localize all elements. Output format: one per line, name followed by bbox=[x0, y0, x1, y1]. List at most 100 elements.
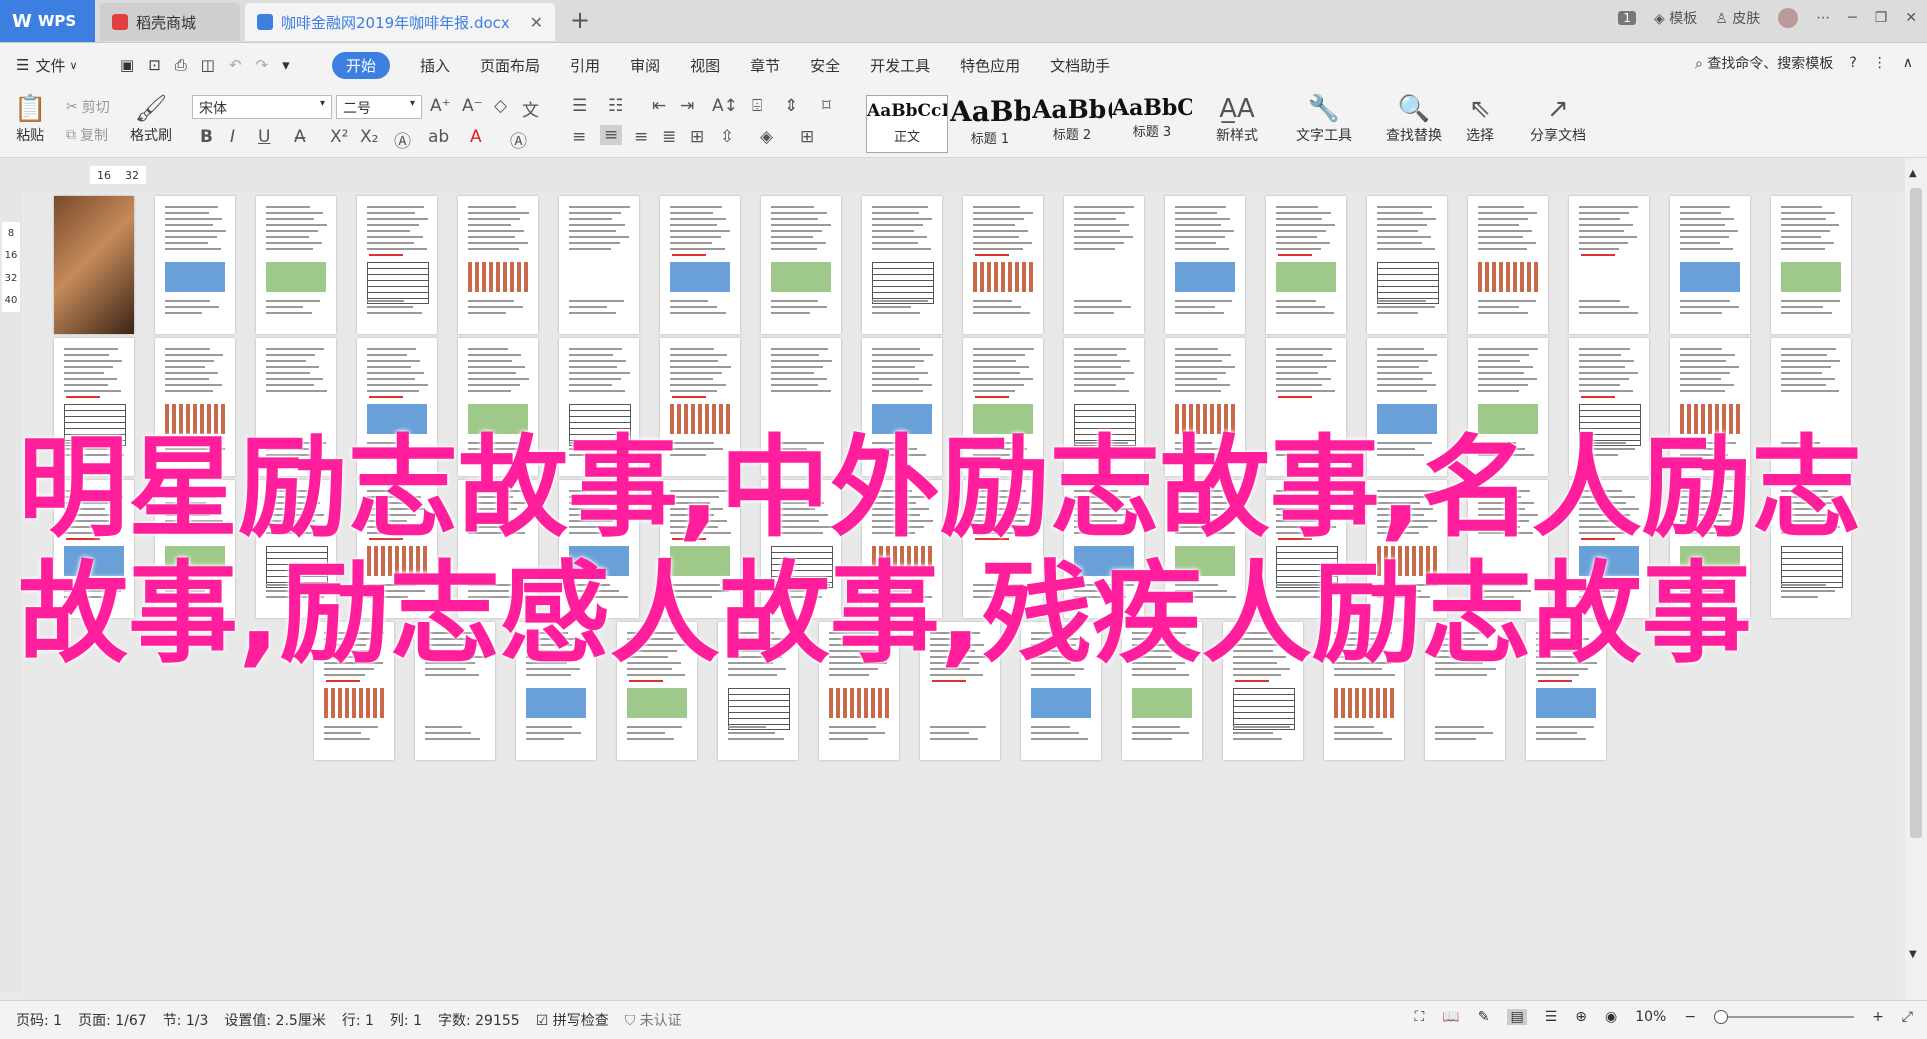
numbered-list-icon[interactable]: ☷ bbox=[608, 96, 623, 116]
customize-icon[interactable]: ▾ bbox=[282, 56, 290, 74]
auth-status[interactable]: ⛉ 未认证 bbox=[625, 1010, 682, 1030]
skin-button[interactable]: ♙ 皮肤 bbox=[1715, 8, 1760, 28]
font-name-select[interactable]: 宋体 ▾ bbox=[192, 95, 332, 119]
status-line[interactable]: 行: 1 bbox=[342, 1010, 374, 1030]
page-thumbnail[interactable] bbox=[54, 196, 134, 334]
wps-home-tab[interactable]: W WPS bbox=[0, 0, 95, 42]
select-button[interactable]: ⇖ 选择 bbox=[1466, 93, 1494, 145]
page-thumbnail[interactable] bbox=[559, 196, 639, 334]
increase-indent-icon[interactable]: ⇥ bbox=[680, 96, 694, 116]
status-page[interactable]: 页面: 1/67 bbox=[78, 1010, 147, 1030]
horizontal-ruler[interactable]: 16 32 bbox=[0, 158, 1927, 192]
page-thumbnail[interactable] bbox=[357, 196, 437, 334]
shrink-font-icon[interactable]: A⁻ bbox=[462, 96, 483, 116]
close-window-icon[interactable]: ✕ bbox=[1905, 10, 1917, 26]
show-marks-icon[interactable]: ⌑ bbox=[822, 96, 831, 116]
tab-special-apps[interactable]: 特色应用 bbox=[960, 55, 1020, 76]
clear-format-icon[interactable]: ◇ bbox=[494, 96, 507, 116]
share-document-button[interactable]: ↗ 分享文档 bbox=[1530, 93, 1586, 145]
bold-icon[interactable]: B bbox=[200, 127, 213, 147]
paragraph-spacing-icon[interactable]: ⇳ bbox=[720, 127, 734, 147]
paste-button[interactable]: 📋 粘贴 bbox=[14, 93, 46, 145]
subscript-icon[interactable]: X₂ bbox=[360, 127, 378, 147]
new-tab-icon[interactable]: + bbox=[570, 6, 590, 34]
scroll-thumb[interactable] bbox=[1910, 188, 1922, 838]
zoom-level[interactable]: 10% bbox=[1635, 1009, 1666, 1025]
tab-insert[interactable]: 插入 bbox=[420, 55, 450, 76]
align-left-icon[interactable]: ≡ bbox=[572, 127, 586, 147]
style-heading-3[interactable]: AaBbC 标题 3 bbox=[1112, 95, 1192, 151]
decrease-indent-icon[interactable]: ⇤ bbox=[652, 96, 666, 116]
status-col[interactable]: 列: 1 bbox=[390, 1010, 422, 1030]
text-direction-icon[interactable]: A↕ bbox=[712, 96, 738, 116]
vertical-scrollbar[interactable]: ▲ ▼ bbox=[1905, 158, 1927, 1000]
tab-security[interactable]: 安全 bbox=[810, 55, 840, 76]
superscript-icon[interactable]: X² bbox=[330, 127, 348, 147]
copy-button[interactable]: ⧉ 复制 bbox=[66, 125, 108, 145]
borders-icon[interactable]: ⊞ bbox=[800, 127, 814, 147]
outline-view-icon[interactable]: ☰ bbox=[1545, 1009, 1558, 1025]
zoom-slider-thumb[interactable] bbox=[1714, 1010, 1729, 1024]
page-thumbnail[interactable] bbox=[761, 196, 841, 334]
style-heading-1[interactable]: AaBb 标题 1 bbox=[950, 95, 1030, 151]
page-thumbnail[interactable] bbox=[1064, 196, 1144, 334]
undo-icon[interactable]: ↶ bbox=[229, 56, 242, 74]
status-page-num[interactable]: 页码: 1 bbox=[16, 1010, 62, 1030]
style-heading-2[interactable]: AaBb( 标题 2 bbox=[1032, 95, 1112, 151]
page-thumbnail[interactable] bbox=[660, 196, 740, 334]
template-button[interactable]: ◈ 模板 bbox=[1654, 8, 1697, 28]
new-style-button[interactable]: A̲A 新样式 bbox=[1216, 93, 1258, 145]
collapse-ribbon-icon[interactable]: ∧ bbox=[1903, 55, 1913, 71]
status-setting[interactable]: 设置值: 2.5厘米 bbox=[224, 1010, 325, 1030]
shading-icon[interactable]: ◈ bbox=[760, 127, 773, 147]
restore-icon[interactable]: ❐ bbox=[1875, 10, 1888, 26]
zoom-slider[interactable] bbox=[1714, 1010, 1855, 1024]
page-badge[interactable]: 1 bbox=[1618, 11, 1637, 25]
bullet-list-icon[interactable]: ☰ bbox=[572, 96, 587, 116]
tab-page-layout[interactable]: 页面布局 bbox=[480, 55, 540, 76]
chinese-layout-icon[interactable]: ⌹ bbox=[752, 96, 762, 116]
style-normal[interactable]: AaBbCcDd 正文 bbox=[866, 95, 948, 153]
page-thumbnail[interactable] bbox=[1266, 196, 1346, 334]
store-tab[interactable]: 稻壳商城 bbox=[100, 3, 240, 41]
page-thumbnail[interactable] bbox=[1468, 196, 1548, 334]
tab-references[interactable]: 引用 bbox=[570, 55, 600, 76]
more-icon[interactable]: ⋯ bbox=[1816, 10, 1830, 26]
tab-developer[interactable]: 开发工具 bbox=[870, 55, 930, 76]
more-options-icon[interactable]: ⋮ bbox=[1873, 55, 1887, 71]
tab-view[interactable]: 视图 bbox=[690, 55, 720, 76]
page-thumbnail[interactable] bbox=[1569, 196, 1649, 334]
scroll-up-icon[interactable]: ▲ bbox=[1909, 168, 1917, 179]
text-tools-button[interactable]: 🔧 文字工具 bbox=[1296, 93, 1352, 145]
page-thumbnail[interactable] bbox=[862, 196, 942, 334]
print-icon[interactable]: ⎙ bbox=[175, 56, 187, 74]
help-icon[interactable]: ? bbox=[1849, 55, 1856, 71]
read-mode-icon[interactable]: 📖 bbox=[1442, 1009, 1459, 1025]
page-thumbnail[interactable] bbox=[1165, 196, 1245, 334]
eye-protection-icon[interactable]: ◉ bbox=[1605, 1009, 1617, 1025]
page-thumbnail[interactable] bbox=[1670, 196, 1750, 334]
cut-button[interactable]: ✂ 剪切 bbox=[66, 97, 110, 117]
write-mode-icon[interactable]: ✎ bbox=[1478, 1009, 1490, 1025]
file-menu[interactable]: ☰ 文件 ∨ bbox=[16, 43, 78, 87]
spell-check-button[interactable]: ☑ 拼写检查 bbox=[536, 1010, 609, 1030]
web-view-icon[interactable]: ⊕ bbox=[1575, 1009, 1587, 1025]
close-tab-icon[interactable]: ✕ bbox=[530, 13, 543, 32]
tab-home[interactable]: 开始 bbox=[332, 51, 391, 79]
page-thumbnail[interactable] bbox=[1367, 196, 1447, 334]
tab-doc-assistant[interactable]: 文档助手 bbox=[1050, 55, 1110, 76]
pinyin-icon[interactable]: 文 bbox=[522, 96, 539, 121]
zoom-out-icon[interactable]: − bbox=[1684, 1009, 1696, 1025]
text-effect-icon[interactable]: Ⓐ bbox=[394, 127, 411, 152]
grow-font-icon[interactable]: A⁺ bbox=[430, 96, 451, 116]
italic-icon[interactable]: I bbox=[230, 127, 235, 147]
find-replace-button[interactable]: 🔍 查找替换 bbox=[1386, 93, 1442, 145]
page-thumbnail[interactable] bbox=[155, 196, 235, 334]
scroll-down-icon[interactable]: ▼ bbox=[1909, 949, 1917, 960]
line-spacing-icon[interactable]: ⇕ bbox=[784, 96, 798, 116]
strikethrough-icon[interactable]: A̶ bbox=[294, 127, 306, 147]
fullscreen-icon[interactable]: ⛶ bbox=[1414, 1009, 1424, 1025]
fit-icon[interactable]: ⤢ bbox=[1902, 1009, 1913, 1025]
search-command[interactable]: ⌕ 查找命令、搜索模板 bbox=[1695, 53, 1833, 73]
justify-icon[interactable]: ≣ bbox=[662, 127, 676, 147]
